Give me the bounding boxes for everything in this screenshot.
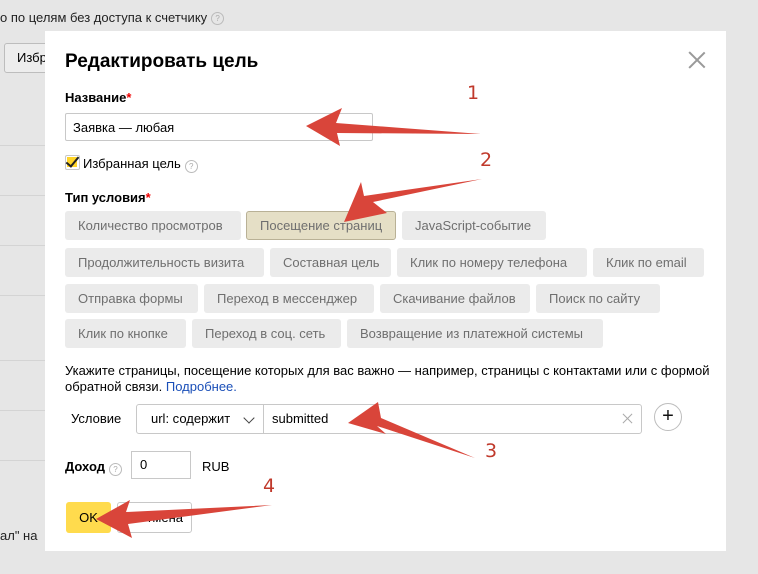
condition-type-chip[interactable]: Переход в мессенджер [204, 284, 374, 313]
condition-type-chip[interactable]: Отправка формы [65, 284, 198, 313]
ok-button[interactable]: OK [66, 502, 111, 533]
background-divider [0, 410, 48, 411]
condition-type-chip[interactable]: Составная цель [270, 248, 391, 277]
checkbox-icon[interactable] [65, 155, 80, 170]
favorite-goal-label: Избранная цель [83, 156, 181, 171]
annotation-number-3: 3 [485, 440, 498, 462]
plus-icon: + [662, 405, 674, 427]
income-label: Доход? [65, 459, 122, 476]
edit-goal-dialog: Редактировать цель Название* Заявка — лю… [45, 31, 726, 551]
cancel-button[interactable]: Отмена [117, 502, 192, 533]
annotation-number-2: 2 [480, 149, 493, 171]
background-divider [0, 245, 48, 246]
add-condition-button[interactable]: + [654, 403, 682, 431]
condition-operator-select[interactable]: url: содержит [136, 404, 264, 434]
condition-value-input[interactable]: submitted [263, 404, 642, 434]
help-icon[interactable]: ? [108, 463, 122, 476]
dialog-title: Редактировать цель [65, 51, 259, 72]
condition-type-chip-selected[interactable]: Посещение страниц [246, 211, 396, 240]
condition-type-chip[interactable]: Клик по email [593, 248, 704, 277]
more-info-link[interactable]: Подробнее. [166, 379, 237, 394]
help-icon: ? [211, 12, 225, 25]
clear-icon[interactable] [622, 413, 633, 424]
background-divider [0, 460, 48, 461]
condition-type-label: Тип условия* [65, 190, 151, 205]
name-label: Название* [65, 90, 132, 105]
background-divider [0, 295, 48, 296]
background-divider [0, 195, 48, 196]
condition-label: Условие [71, 411, 122, 426]
currency-label: RUB [202, 459, 230, 474]
condition-type-chip[interactable]: Количество просмотров [65, 211, 241, 240]
condition-hint: Укажите страницы, посещение которых для … [65, 363, 710, 394]
annotation-number-4: 4 [263, 475, 276, 497]
chevron-down-icon [243, 412, 255, 424]
condition-operator-value: url: содержит [151, 411, 231, 426]
close-icon[interactable] [688, 51, 706, 69]
condition-type-chip[interactable]: Поиск по сайту [536, 284, 660, 313]
annotation-number-1: 1 [467, 82, 480, 104]
income-input[interactable]: 0 [131, 451, 191, 479]
condition-type-chip[interactable]: Клик по кнопке [65, 319, 186, 348]
condition-type-chip[interactable]: Скачивание файлов [380, 284, 530, 313]
background-divider [0, 360, 48, 361]
help-icon[interactable]: ? [184, 160, 198, 173]
favorite-goal-checkbox[interactable]: Избранная цель? [65, 155, 198, 173]
condition-type-chip[interactable]: Продолжительность визита [65, 248, 264, 277]
condition-type-chip[interactable]: Переход в соц. сеть [192, 319, 341, 348]
goal-name-input[interactable]: Заявка — любая [65, 113, 373, 141]
condition-type-chip[interactable]: Возвращение из платежной системы [347, 319, 603, 348]
background-goals-text: о по целям без доступа к счетчику? [0, 10, 225, 25]
condition-type-chip[interactable]: Клик по номеру телефона [397, 248, 587, 277]
condition-type-chip[interactable]: JavaScript-событие [402, 211, 546, 240]
background-bottom-text: ал" на [0, 528, 38, 543]
background-divider [0, 145, 48, 146]
